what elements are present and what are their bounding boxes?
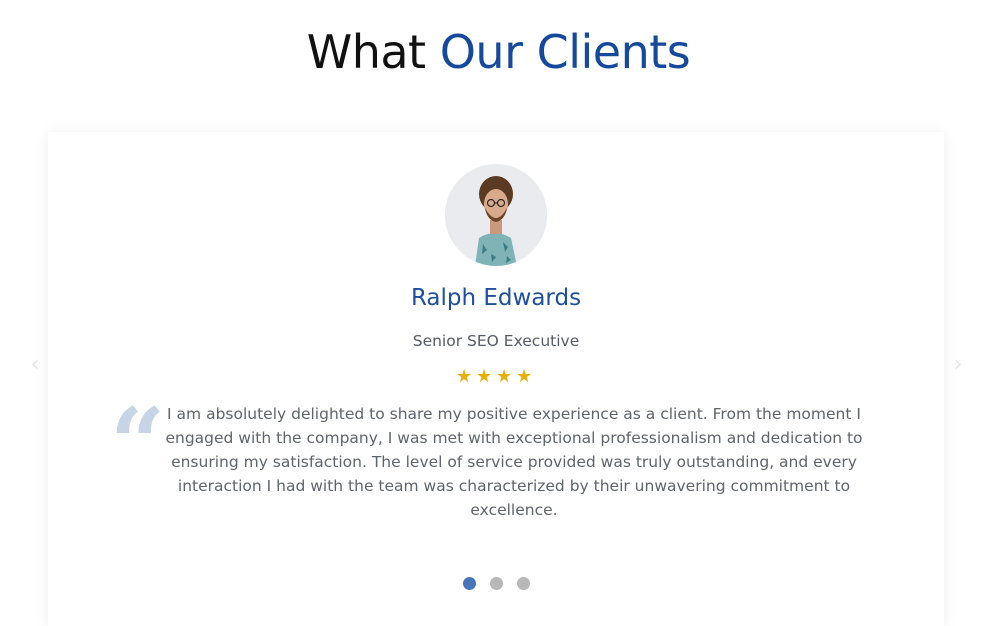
star-rating: ★★★★: [48, 365, 944, 389]
heading-part-clients: Our Clients: [439, 25, 691, 79]
carousel-dot-2[interactable]: [489, 577, 503, 590]
star-icon: ★: [496, 366, 517, 387]
testimonial-text: I am absolutely delighted to share my po…: [165, 405, 863, 519]
star-icon: ★: [516, 366, 537, 387]
avatar: [445, 164, 547, 266]
avatar-portrait: [445, 164, 547, 266]
carousel-dot-1[interactable]: [462, 577, 476, 590]
chevron-right-icon[interactable]: ›: [951, 354, 965, 376]
heading-part-what: What: [306, 25, 426, 79]
carousel-dot-3[interactable]: [516, 577, 530, 590]
testimonials-section: What Our Clients ‹ › Ralph Edwards Senio…: [0, 0, 997, 626]
client-role: Senior SEO Executive: [412, 332, 580, 350]
star-icon: ★: [456, 366, 477, 387]
client-name: Ralph Edwards: [410, 285, 582, 311]
section-heading: What Our Clients: [0, 22, 997, 82]
testimonial-card: Ralph Edwards Senior SEO Executive ★★★★ …: [48, 132, 944, 626]
chevron-left-icon[interactable]: ‹: [28, 354, 42, 376]
star-icon: ★: [476, 366, 497, 387]
carousel-dots: [48, 575, 944, 594]
